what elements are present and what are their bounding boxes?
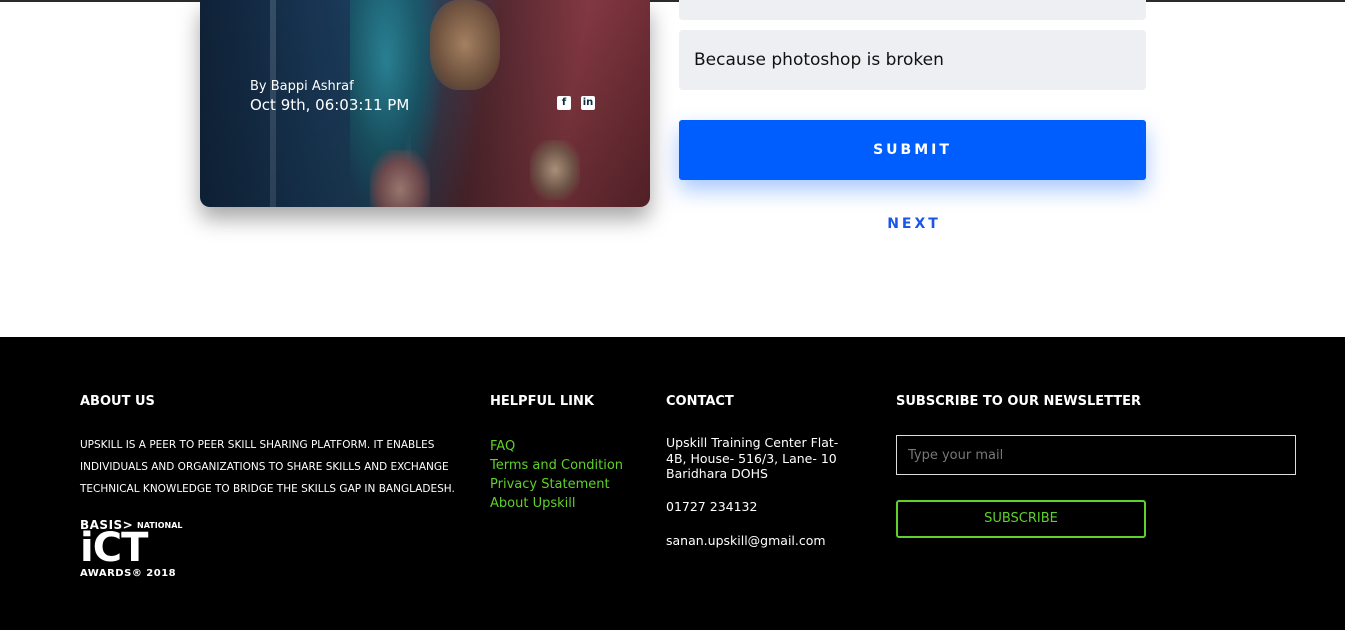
post-author: By Bappi Ashraf	[250, 79, 354, 94]
about-heading: ABOUT US	[80, 394, 155, 409]
contact-heading: CONTACT	[666, 394, 734, 409]
footer: ABOUT US UPSKILL IS A PEER TO PEER SKILL…	[0, 337, 1345, 630]
submit-button[interactable]: SUBMIT	[679, 120, 1146, 180]
linkedin-icon[interactable]: in	[581, 96, 595, 110]
award-ict-text: iCT	[80, 525, 148, 571]
contact-email[interactable]: sanan.upskill@gmail.com	[666, 533, 826, 549]
contact-phone: 01727 234132	[666, 499, 758, 514]
helpful-link-heading: HELPFUL LINK	[490, 394, 594, 409]
ict-award-logo: BASIS> NATIONAL iCT AWARDS® 2018	[80, 518, 182, 582]
link-about-upskill[interactable]: About Upskill	[490, 494, 623, 513]
link-terms[interactable]: Terms and Condition	[490, 456, 623, 475]
facebook-icon[interactable]: f	[557, 96, 571, 110]
link-privacy[interactable]: Privacy Statement	[490, 475, 623, 494]
previous-answer-field[interactable]	[679, 0, 1146, 20]
award-year-text: AWARDS® 2018	[80, 568, 177, 579]
subscribe-button[interactable]: SUBSCRIBE	[896, 500, 1146, 538]
newsletter-email-input[interactable]	[896, 435, 1296, 475]
post-date: Oct 9th, 06:03:11 PM	[250, 96, 410, 114]
newsletter-heading: SUBSCRIBE TO OUR NEWSLETTER	[896, 394, 1142, 409]
next-link[interactable]: NEXT	[679, 216, 1149, 232]
contact-address: Upskill Training Center Flat-4B, House- …	[666, 435, 839, 481]
about-text: UPSKILL IS A PEER TO PEER SKILL SHARING …	[80, 439, 455, 495]
answer-field[interactable]: Because photoshop is broken	[679, 30, 1146, 90]
link-faq[interactable]: FAQ	[490, 437, 623, 456]
post-image-card[interactable]: By Bappi Ashraf Oct 9th, 06:03:11 PM f i…	[200, 0, 650, 207]
helpful-links-list: FAQ Terms and Condition Privacy Statemen…	[490, 437, 623, 513]
